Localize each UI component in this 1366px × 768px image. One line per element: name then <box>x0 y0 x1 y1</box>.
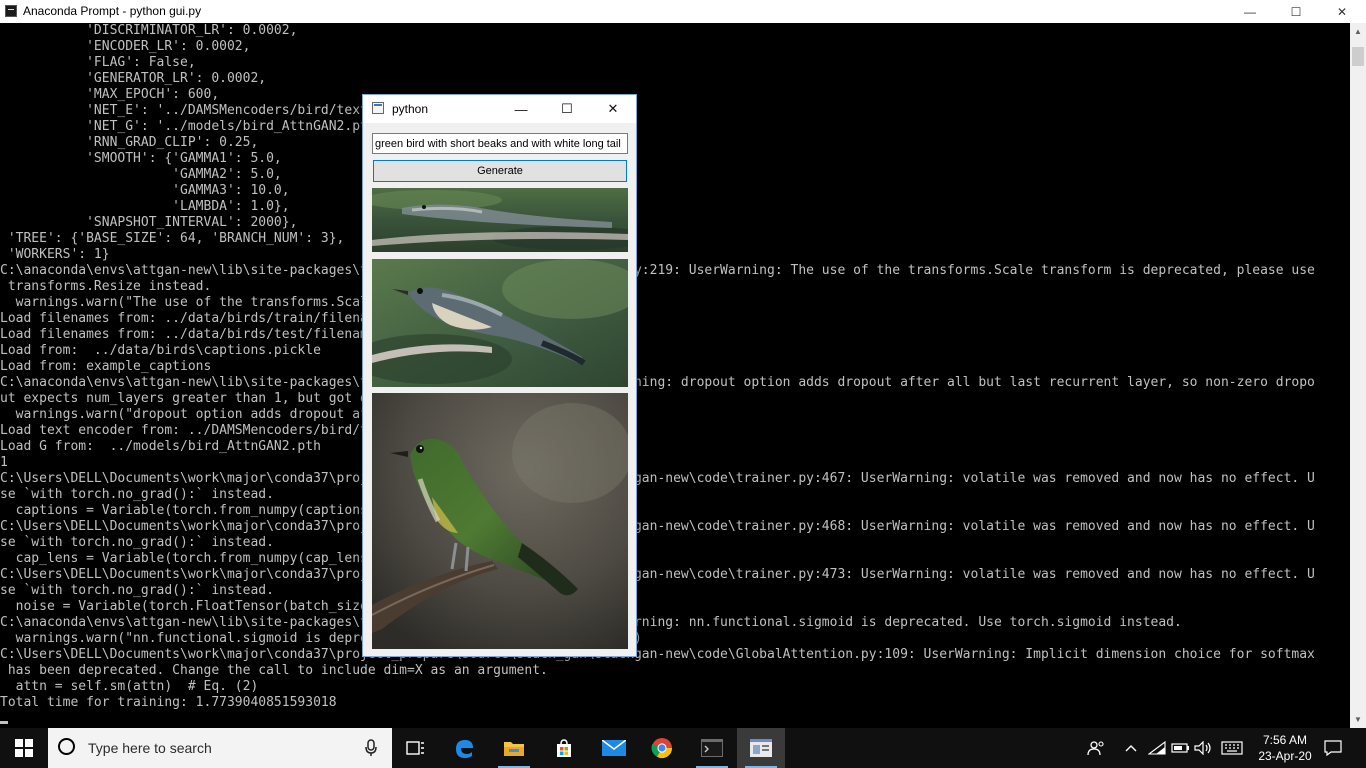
terminal-icon[interactable] <box>688 728 736 768</box>
python-titlebar[interactable]: python — ☐ ✕ <box>363 95 636 123</box>
console-output-area[interactable]: 'DISCRIMINATOR_LR': 0.0002, 'ENCODER_LR'… <box>0 23 1350 728</box>
console-app-icon <box>5 5 17 17</box>
chevron-up-icon[interactable] <box>1120 728 1142 768</box>
python-window-icon <box>372 102 384 114</box>
search-icon <box>58 738 75 755</box>
task-view-icon[interactable] <box>392 728 440 768</box>
console-text: 'DISCRIMINATOR_LR': 0.0002, 'ENCODER_LR'… <box>0 23 1315 710</box>
python-maximize-button[interactable]: ☐ <box>544 95 590 123</box>
python-close-button[interactable]: ✕ <box>590 95 636 123</box>
wifi-icon[interactable] <box>1146 728 1168 768</box>
python-window-title: python <box>392 102 429 116</box>
console-close-button[interactable]: ✕ <box>1319 0 1365 23</box>
bird-image-128 <box>372 259 628 387</box>
notification-icon[interactable] <box>1320 728 1346 768</box>
taskbar-clock[interactable]: 7:56 AM 23-Apr-20 <box>1250 732 1320 764</box>
scroll-up-arrow-icon[interactable]: ▲ <box>1350 23 1366 40</box>
scrollbar-thumb[interactable] <box>1352 47 1364 66</box>
console-scrollbar[interactable]: ▲ ▼ <box>1350 23 1366 728</box>
microphone-icon[interactable] <box>364 739 378 757</box>
generate-button[interactable]: Generate <box>373 160 627 182</box>
caption-input[interactable] <box>372 133 628 154</box>
console-cursor <box>0 721 8 724</box>
edge-icon[interactable] <box>440 728 488 768</box>
console-title: Anaconda Prompt - python gui.py <box>23 4 202 18</box>
console-maximize-button[interactable]: ☐ <box>1273 0 1319 23</box>
battery-icon[interactable] <box>1170 728 1192 768</box>
search-placeholder: Type here to search <box>88 740 212 756</box>
start-button[interactable] <box>0 728 48 768</box>
scroll-down-arrow-icon[interactable]: ▼ <box>1350 711 1366 728</box>
store-icon[interactable] <box>540 728 588 768</box>
python-app-icon[interactable] <box>737 728 785 768</box>
keyboard-icon[interactable] <box>1218 728 1246 768</box>
windows-logo-icon <box>15 739 33 757</box>
bird-image-64 <box>372 188 628 252</box>
file-explorer-icon[interactable] <box>490 728 538 768</box>
volume-icon[interactable] <box>1192 728 1214 768</box>
taskbar-search-box[interactable]: Type here to search <box>48 728 392 768</box>
people-icon[interactable] <box>1084 728 1108 768</box>
mail-icon[interactable] <box>590 728 638 768</box>
taskbar: Type here to search 7:56 AM 23-Apr-20 <box>0 728 1366 768</box>
console-titlebar[interactable]: Anaconda Prompt - python gui.py — ☐ ✕ <box>0 0 1366 23</box>
chrome-icon[interactable] <box>638 728 686 768</box>
clock-date: 23-Apr-20 <box>1258 749 1312 763</box>
console-minimize-button[interactable]: — <box>1227 0 1273 23</box>
clock-time: 7:56 AM <box>1262 733 1308 747</box>
python-minimize-button[interactable]: — <box>498 95 544 123</box>
python-window: python — ☐ ✕ Generate <box>362 94 637 657</box>
bird-image-256 <box>372 393 628 649</box>
